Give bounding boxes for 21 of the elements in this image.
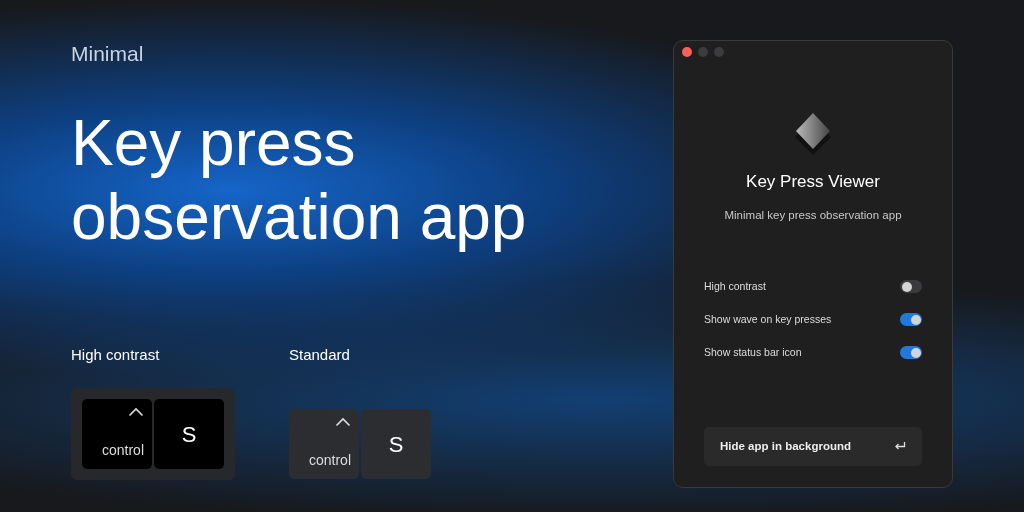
hide-app-button[interactable]: Hide app in background — [704, 426, 922, 466]
app-subtitle: Minimal key press observation app — [723, 207, 903, 223]
close-button[interactable] — [682, 47, 692, 57]
caret-icon — [128, 407, 144, 417]
preview-title: High contrast — [71, 344, 161, 365]
key-label: S — [181, 420, 197, 449]
headline: Key press observation app — [71, 105, 528, 254]
toggle-switch[interactable] — [900, 313, 922, 327]
key-label: S — [388, 430, 404, 459]
app-title: Key Press Viewer — [745, 171, 881, 193]
setting-label: Show status bar icon — [704, 344, 802, 360]
toggle-switch[interactable] — [900, 280, 922, 294]
return-icon — [894, 441, 906, 452]
setting-label: Show wave on key presses — [704, 311, 832, 327]
caret-icon — [335, 417, 351, 427]
key-label: control — [101, 441, 144, 460]
eyebrow-text: Minimal — [71, 41, 145, 67]
setting-label: High contrast — [704, 278, 766, 294]
preview-title: Standard — [289, 344, 351, 365]
toggle-switch[interactable] — [900, 346, 922, 360]
key-label: control — [308, 451, 351, 470]
